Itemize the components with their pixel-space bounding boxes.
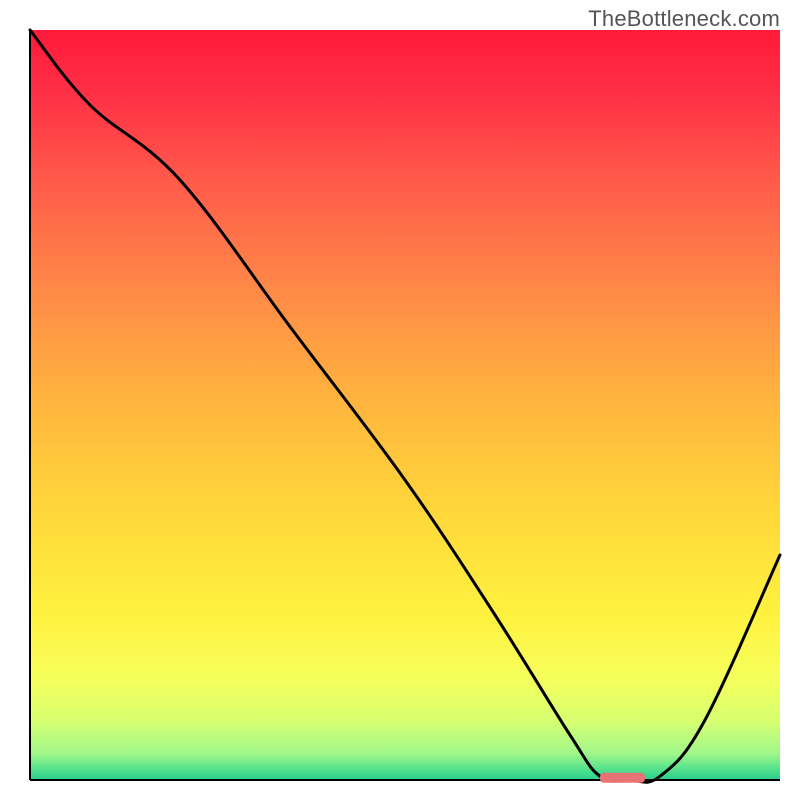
optimal-marker	[600, 773, 645, 783]
bottleneck-chart	[0, 0, 800, 800]
plot-background	[30, 30, 780, 780]
